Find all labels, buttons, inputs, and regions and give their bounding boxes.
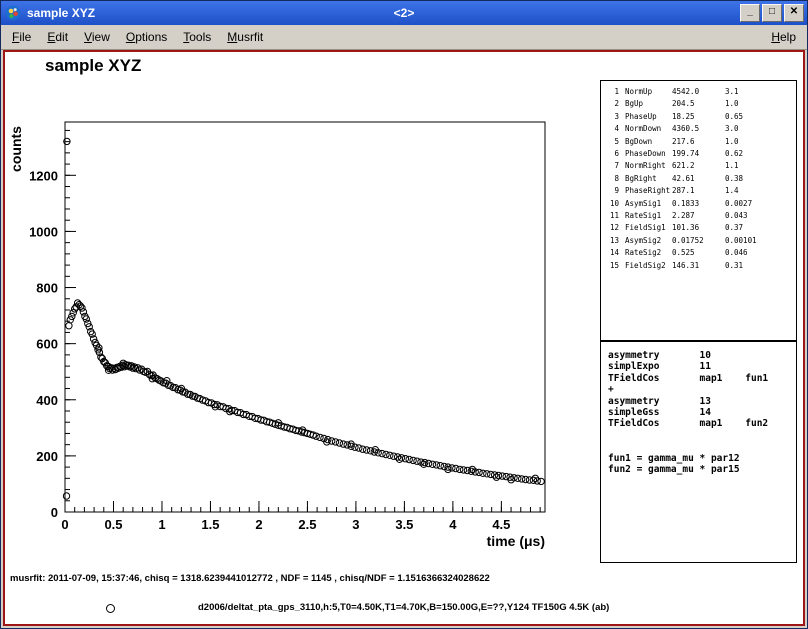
titlebar[interactable]: sample XYZ <2> _ □ ✕ [1,1,807,25]
minimize-button[interactable]: _ [740,4,760,22]
theory-line: asymmetry 13 [608,396,796,407]
menu-item-musrfit[interactable]: Musrfit [219,27,271,47]
legend-text: d2006/deltat_pta_gps_3110,h:5,T0=4.50K,T… [198,602,609,613]
parameter-row: 15FieldSig2146.310.31 [607,260,796,272]
x-tick-label: 2.5 [298,517,316,532]
menu-item-view[interactable]: View [76,27,118,47]
x-tick-label: 0.5 [104,517,122,532]
menu-item-edit[interactable]: Edit [39,27,76,47]
menu-item-tools[interactable]: Tools [175,27,219,47]
y-tick-label: 0 [51,505,58,520]
data-points [63,138,544,499]
close-button[interactable]: ✕ [784,4,804,22]
parameter-row: 6PhaseDown199.740.62 [607,148,796,160]
application-window: sample XYZ <2> _ □ ✕ FileEditViewOptions… [0,0,808,629]
y-tick-label: 200 [36,449,58,464]
theory-line: asymmetry 10 [608,350,796,361]
menu-item-options[interactable]: Options [118,27,175,47]
x-axis-title: time (μs) [487,533,545,549]
theory-box: asymmetry 10simplExpo 11TFieldCos map1 f… [600,341,797,563]
theory-lines: asymmetry 10simplExpo 11TFieldCos map1 f… [608,350,796,475]
canvas-wrap: sample XYZ 00.511.522.533.544.5020040060… [1,50,807,628]
parameter-row: 10AsymSig10.18330.0027 [607,198,796,210]
plot-area[interactable]: 0 0.5 1 1.5 2 2.5 3 3.5 4 4.5 0 200 400 600 800 1000 120… [5,52,605,567]
x-tick-label: 3 [352,517,359,532]
parameter-row: 4NormDown4360.53.0 [607,123,796,135]
theory-line: simplExpo 11 [608,361,796,372]
app-icon [4,4,22,22]
parameter-row: 1NormUp4542.03.1 [607,86,796,98]
x-tick-label: 0 [61,517,68,532]
parameter-row: 13AsymSig20.017520.00101 [607,235,796,247]
window-title: sample XYZ [27,6,95,20]
parameter-row: 8BgRight42.610.38 [607,173,796,185]
x-tick-label: 1 [158,517,165,532]
y-tick-label: 1200 [29,168,58,183]
minor-ticks [65,130,540,512]
plot-frame [65,122,545,512]
y-tick-label: 600 [36,337,58,352]
theory-line: + [608,384,796,395]
theory-line [608,441,796,452]
x-tick-label: 3.5 [395,517,413,532]
parameter-box: 1NormUp4542.03.12BgUp204.51.03PhaseUp18.… [600,80,797,341]
theory-line: simpleGss 14 [608,407,796,418]
menubar-left: FileEditViewOptionsToolsMusrfit [4,27,271,47]
x-tick-label: 1.5 [201,517,219,532]
parameter-row: 11RateSig12.2870.043 [607,210,796,222]
parameter-row: 12FieldSig1101.360.37 [607,222,796,234]
theory-line: TFieldCos map1 fun1 [608,373,796,384]
menu-item-file[interactable]: File [4,27,39,47]
parameter-row: 7NormRight621.21.1 [607,160,796,172]
parameter-row: 14RateSig20.5250.046 [607,247,796,259]
maximize-button[interactable]: □ [762,4,782,22]
y-tick-label: 400 [36,393,58,408]
status-text: musrfit: 2011-07-09, 15:37:46, chisq = 1… [10,573,490,584]
parameter-row: 2BgUp204.51.0 [607,98,796,110]
theory-line [608,430,796,441]
titlebar-buttons: _ □ ✕ [740,4,804,22]
y-tick-label: 800 [36,281,58,296]
menu-item-help[interactable]: Help [763,27,804,47]
parameter-rows: 1NormUp4542.03.12BgUp204.51.03PhaseUp18.… [607,86,796,272]
x-tick-label: 4.5 [492,517,510,532]
parameter-row: 5BgDown217.61.0 [607,136,796,148]
theory-line: fun1 = gamma_mu * par12 [608,453,796,464]
y-axis-title: counts [8,126,24,172]
x-tick-label: 2 [255,517,262,532]
theory-line: fun2 = gamma_mu * par15 [608,464,796,475]
parameter-row: 9PhaseRight287.11.4 [607,185,796,197]
y-tick-label: 1000 [29,224,58,239]
root-canvas[interactable]: sample XYZ 00.511.522.533.544.5020040060… [3,50,805,626]
parameter-row: 3PhaseUp18.250.65 [607,111,796,123]
window-center-title: <2> [394,6,415,20]
menubar: FileEditViewOptionsToolsMusrfit Help [1,25,807,50]
legend-marker-icon [106,604,115,613]
theory-line: TFieldCos map1 fun2 [608,418,796,429]
x-tick-label: 4 [449,517,457,532]
